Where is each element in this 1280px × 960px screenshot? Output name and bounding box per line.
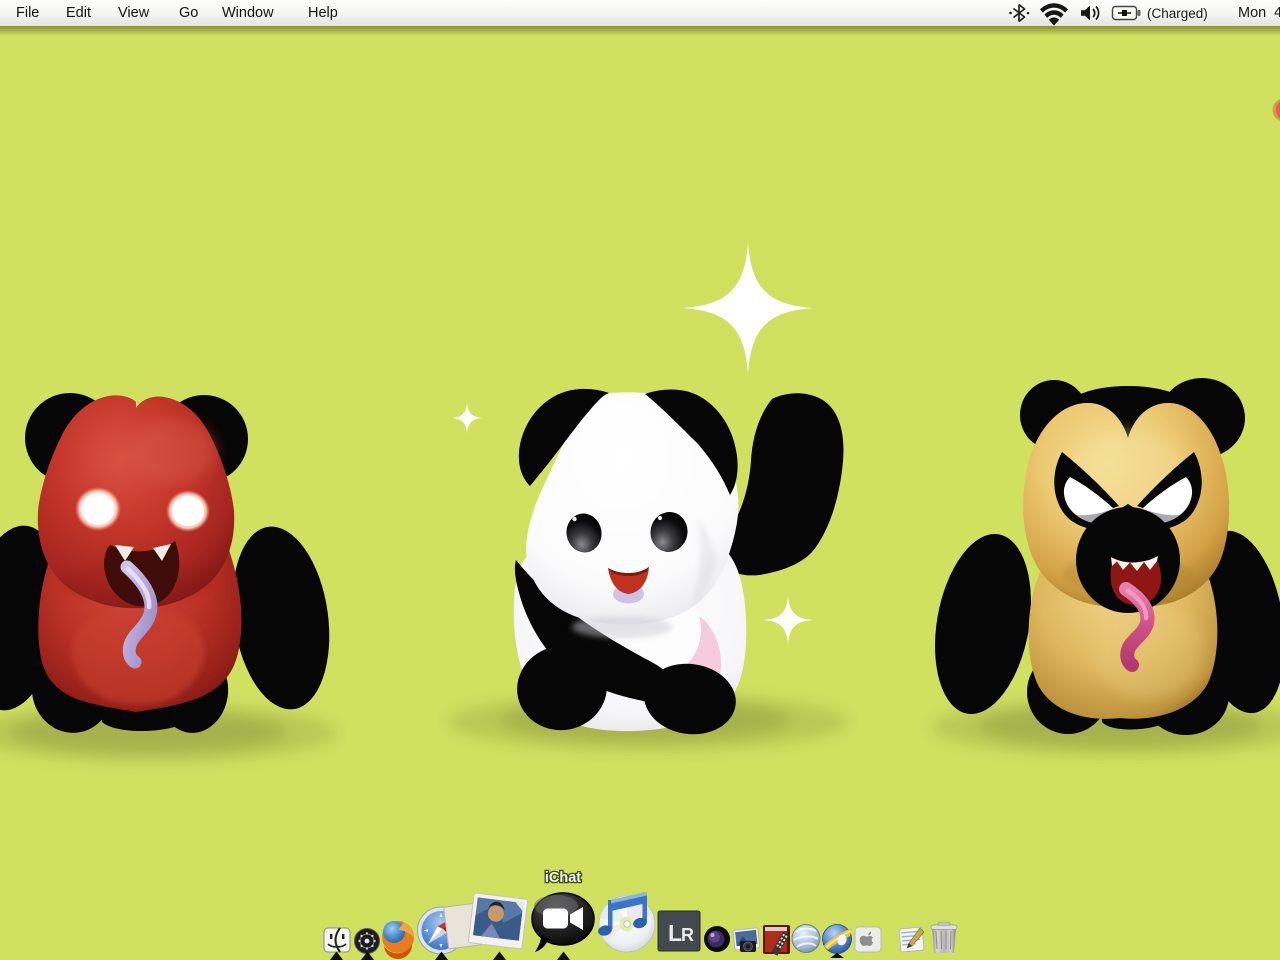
svg-text:L: L [668,920,682,946]
svg-text:R: R [681,925,694,945]
svg-text:iChat: iChat [545,870,581,886]
